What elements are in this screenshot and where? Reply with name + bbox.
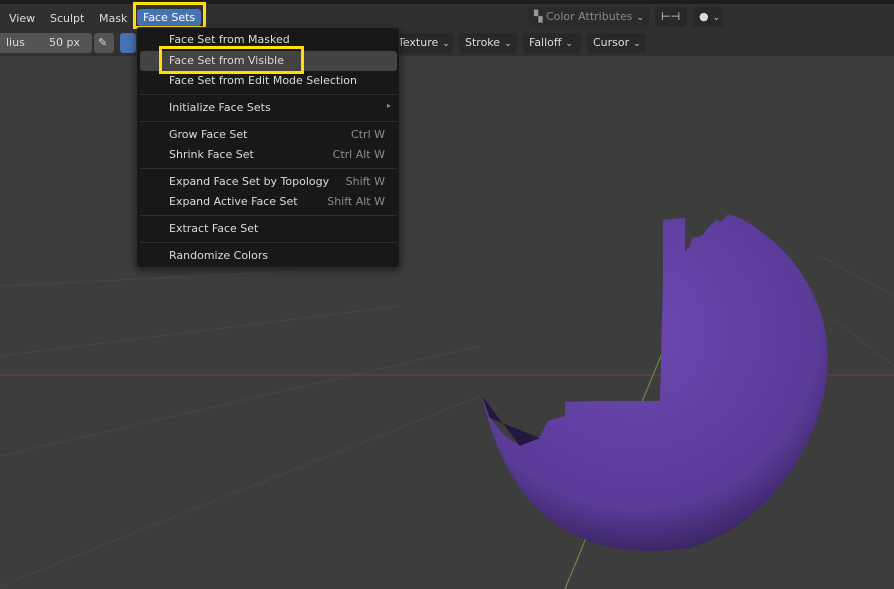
- separator: [140, 215, 397, 216]
- menu-item-shrink-face-set[interactable]: Shrink Face Set Ctrl Alt W: [140, 145, 397, 165]
- menu-item-initialize-face-sets[interactable]: Initialize Face Sets ▸: [140, 98, 397, 118]
- snap-icon: ⊢⊣: [661, 10, 681, 23]
- menu-item-face-set-from-masked[interactable]: Face Set from Masked: [140, 30, 397, 50]
- direction-toggle[interactable]: [120, 33, 136, 53]
- sphere-shading-icon: ●: [699, 10, 709, 23]
- falloff-dropdown[interactable]: Falloff ⌄: [523, 33, 581, 53]
- chevron-down-icon: ⌄: [636, 13, 645, 23]
- pen-pressure-icon: ✎: [98, 36, 108, 49]
- menu-sculpt[interactable]: Sculpt: [44, 10, 90, 27]
- menu-face-sets[interactable]: Face Sets: [137, 9, 202, 26]
- shading-dropdown[interactable]: ● ⌄: [693, 7, 723, 27]
- menu-item-grow-face-set[interactable]: Grow Face Set Ctrl W: [140, 125, 397, 145]
- chevron-down-icon: ⌄: [712, 13, 721, 23]
- separator: [140, 168, 397, 169]
- viewport-header: View Sculpt Mask Face Sets ▚ Color Attri…: [0, 4, 894, 30]
- menu-mask[interactable]: Mask: [93, 10, 133, 27]
- menu-item-face-set-from-visible[interactable]: Face Set from Visible: [140, 51, 397, 71]
- menu-item-expand-active-face-set[interactable]: Expand Active Face Set Shift Alt W: [140, 192, 397, 212]
- face-sets-dropdown: Face Set from Masked Face Set from Visib…: [136, 27, 400, 268]
- sculpt-mesh[interactable]: [482, 214, 828, 551]
- tool-settings-bar: lius 50 px ✎ Texture ⌄ Stroke ⌄ Falloff ⌄ Cu…: [0, 30, 894, 56]
- stroke-dropdown[interactable]: Stroke ⌄: [459, 33, 517, 53]
- menu-view[interactable]: View: [3, 10, 41, 27]
- 3d-viewport[interactable]: [0, 56, 894, 589]
- menu-item-expand-face-set-by-topology[interactable]: Expand Face Set by Topology Shift W: [140, 172, 397, 192]
- separator: [140, 94, 397, 95]
- separator: [140, 242, 397, 243]
- submenu-arrow-icon: ▸: [386, 101, 391, 110]
- menu-item-randomize-colors[interactable]: Randomize Colors: [140, 246, 397, 266]
- pressure-toggle[interactable]: ✎: [94, 33, 114, 53]
- texture-dropdown[interactable]: Texture ⌄: [392, 33, 453, 53]
- menu-item-extract-face-set[interactable]: Extract Face Set: [140, 219, 397, 239]
- snapping-dropdown[interactable]: ⊢⊣: [655, 7, 687, 27]
- separator: [140, 121, 397, 122]
- radius-field[interactable]: lius 50 px: [0, 33, 92, 53]
- menu-item-face-set-from-edit-mode-selection[interactable]: Face Set from Edit Mode Selection: [140, 71, 397, 91]
- cursor-dropdown[interactable]: Cursor ⌄: [587, 33, 646, 53]
- color-attributes-icon: ▚: [534, 10, 546, 23]
- color-attributes-dropdown[interactable]: ▚ Color Attributes ⌄: [528, 7, 649, 27]
